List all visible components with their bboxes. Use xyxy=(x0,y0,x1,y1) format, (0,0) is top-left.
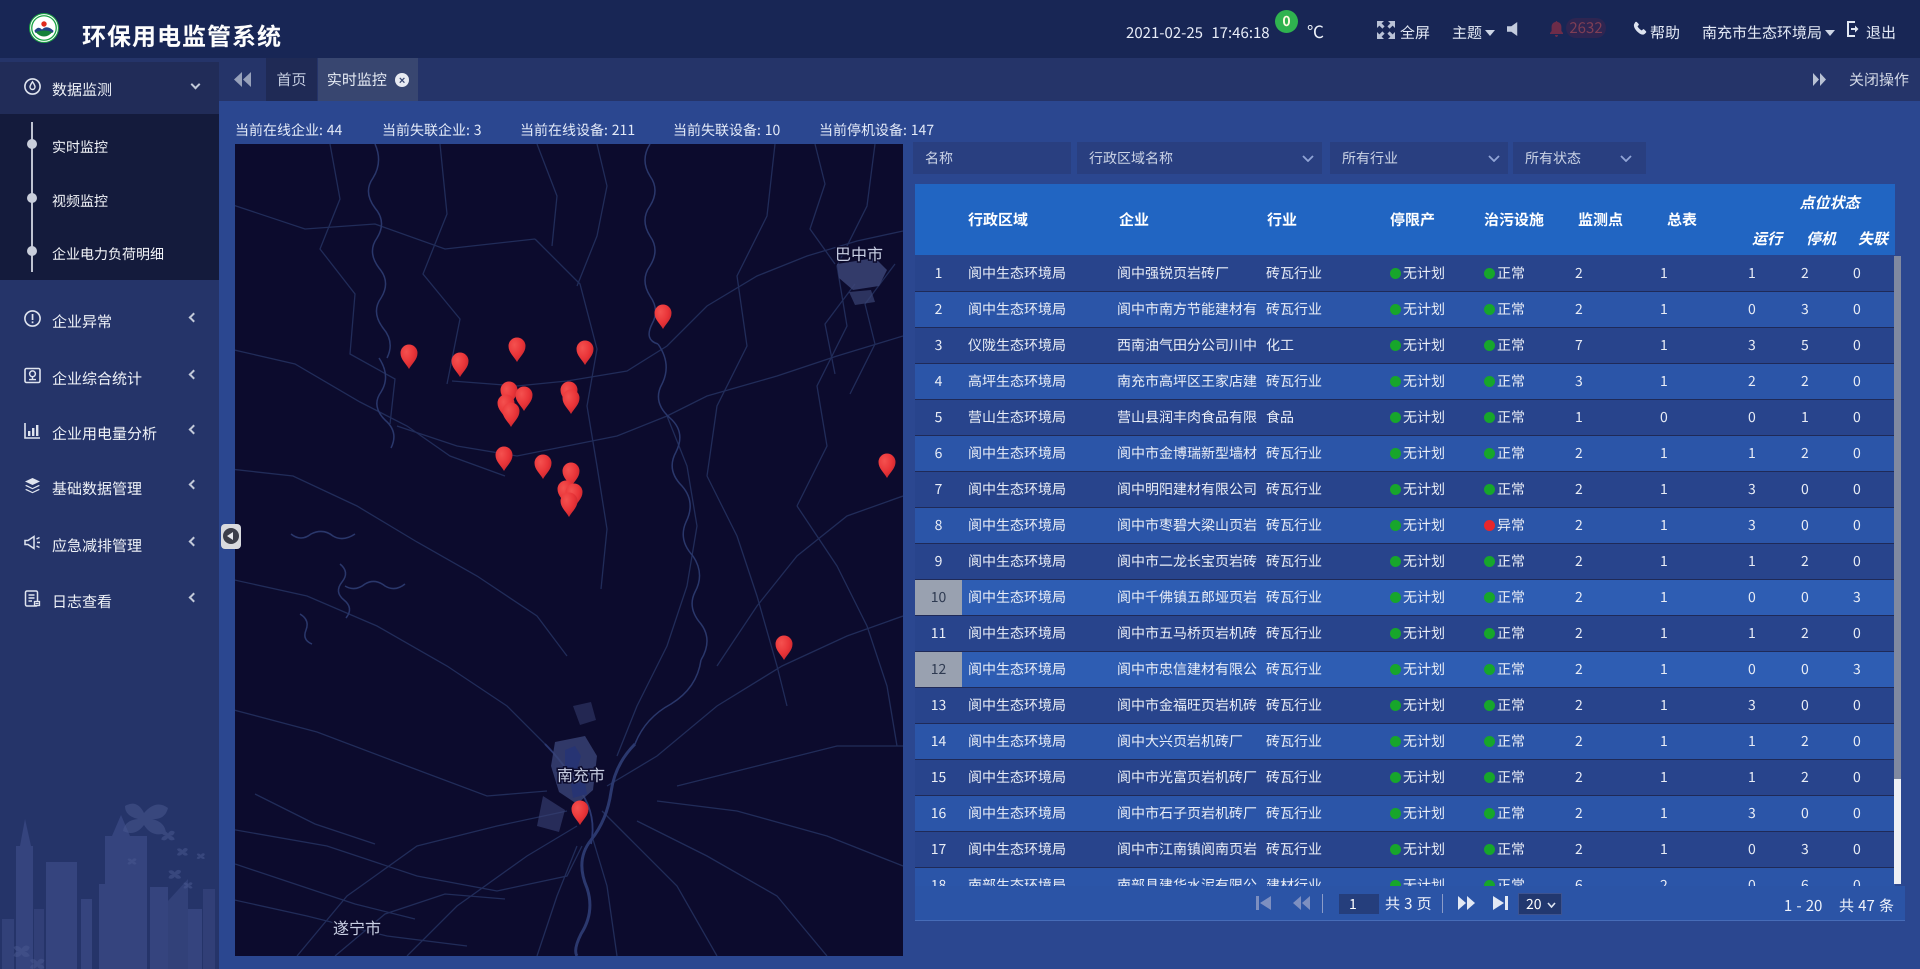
svg-text:遂宁市: 遂宁市 xyxy=(333,915,381,939)
svg-text:南充市: 南充市 xyxy=(557,762,605,786)
svg-text:巴中市: 巴中市 xyxy=(835,241,883,265)
